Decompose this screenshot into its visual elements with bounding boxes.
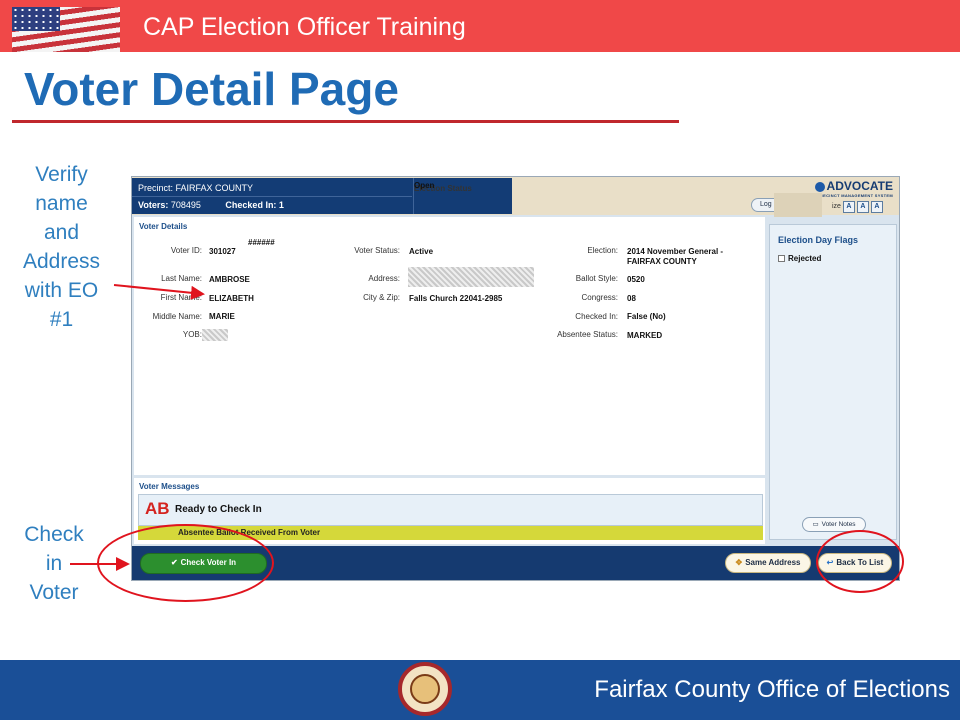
slide-header-bar: CAP Election Officer Training: [0, 0, 960, 52]
annotation-check-line: Voter: [29, 581, 79, 604]
app-header: Precinct: FAIRFAX COUNTY Voters: 708495 …: [132, 177, 899, 217]
flags-title: Election Day Flags: [778, 235, 859, 245]
font-size-control: ize A A A: [830, 201, 883, 214]
check-in-highlight-circle: [97, 524, 274, 602]
header-title: CAP Election Officer Training: [143, 13, 466, 41]
voter-id-label: Voter ID:: [170, 246, 202, 255]
ballot-style-value: 0520: [627, 275, 645, 284]
title-divider: [12, 120, 679, 123]
voter-notes-label: Voter Notes: [821, 521, 856, 528]
city-zip-label: City & Zip:: [363, 293, 400, 302]
checked-in-count: Checked In: 1: [225, 200, 284, 210]
address-icon: ✥: [735, 558, 743, 567]
election-label: Election:: [587, 246, 618, 255]
font-size-medium-button[interactable]: A: [856, 201, 869, 213]
ballot-style-label: Ballot Style:: [575, 274, 618, 283]
font-size-small-button[interactable]: A: [842, 201, 855, 213]
annotation-verify-line: with EO: [24, 279, 99, 302]
voter-id-value: 301027: [209, 247, 236, 256]
checked-in-value: False (No): [627, 312, 666, 321]
brand-name: ADVOCATE: [826, 179, 893, 193]
voters-label: Voters:: [138, 200, 169, 210]
city-zip-value: Falls Church 22041-2985: [409, 294, 503, 303]
first-name-value: ELIZABETH: [209, 294, 254, 303]
address-label: Address:: [368, 274, 400, 283]
annotation-check-in: Check in Voter: [14, 520, 94, 607]
advocate-logo: ADVOCATE PRECINCT MANAGEMENT SYSTEM: [814, 179, 893, 198]
address-redacted: [408, 267, 534, 287]
same-address-label: Same Address: [745, 558, 801, 567]
annotation-check-line: Check: [24, 523, 84, 546]
election-value-line2: FAIRFAX COUNTY: [627, 257, 697, 266]
first-name-label: First Name:: [160, 293, 202, 302]
yob-label: YOB:: [182, 330, 202, 339]
slide-footer: Fairfax County Office of Elections: [0, 660, 960, 720]
font-size-label: ize: [832, 203, 841, 210]
yob-redacted: [202, 329, 228, 341]
font-size-large-button[interactable]: A: [870, 201, 883, 213]
last-name-value: AMBROSE: [209, 275, 250, 284]
footer-org-name: Fairfax County Office of Elections: [594, 676, 950, 703]
advocate-logo-icon: [814, 181, 825, 192]
message-box: AB Ready to Check In: [138, 494, 763, 526]
voters-count: Voters: 708495 Checked In: 1: [138, 200, 284, 210]
election-status: Election Status Open: [413, 178, 512, 214]
checked-in-label: Checked In:: [575, 312, 618, 321]
congress-label: Congress:: [581, 293, 618, 302]
annotation-verify-line: name: [35, 192, 88, 215]
voter-messages-title: Voter Messages: [139, 482, 200, 491]
same-address-button[interactable]: ✥ Same Address: [725, 553, 811, 573]
annotation-verify-line: Address: [22, 250, 101, 273]
page-title: Voter Detail Page: [24, 63, 399, 115]
voter-status-label: Voter Status:: [354, 246, 400, 255]
absentee-status-value: MARKED: [627, 331, 663, 340]
election-status-value: Open: [414, 181, 435, 190]
rejected-label: Rejected: [788, 254, 822, 263]
brand-subtitle: PRECINCT MANAGEMENT SYSTEM: [816, 193, 893, 198]
voter-id-mask: ######: [248, 238, 275, 247]
back-to-list-highlight-circle: [816, 530, 904, 593]
voter-detail-app-window: Precinct: FAIRFAX COUNTY Voters: 708495 …: [131, 176, 900, 581]
voters-value: 708495: [170, 200, 201, 210]
annotation-verify: Verify name and Address with EO #1: [14, 160, 109, 334]
redaction-patch: [774, 193, 822, 217]
election-value-line1: 2014 November General -: [627, 247, 724, 256]
annotation-check-line: in: [45, 552, 63, 575]
annotation-verify-line: Verify: [35, 163, 88, 186]
voter-details-title: Voter Details: [139, 222, 188, 231]
middle-name-value: MARIE: [209, 312, 235, 321]
congress-value: 08: [627, 294, 636, 303]
absentee-status-label: Absentee Status:: [557, 330, 618, 339]
election-day-flags-panel: Election Day Flags Rejected ▭ Voter Notes: [769, 224, 897, 540]
county-seal-logo: [398, 662, 452, 716]
voter-details-panel: Voter Details Voter ID: 301027 ###### La…: [134, 217, 765, 475]
middle-name-label: Middle Name:: [152, 312, 202, 321]
annotation-verify-line: #1: [49, 308, 74, 331]
last-name-label: Last Name:: [161, 274, 202, 283]
us-flag-image: [12, 7, 120, 52]
precinct-label: Precinct: FAIRFAX COUNTY: [138, 183, 254, 193]
checkbox-icon: [778, 255, 785, 263]
voter-status-value: Active: [409, 247, 434, 256]
annotation-verify-line: and: [43, 221, 80, 244]
notes-icon: ▭: [812, 521, 819, 528]
absentee-badge: AB: [145, 499, 170, 518]
ready-message: Ready to Check In: [175, 504, 262, 515]
rejected-checkbox[interactable]: Rejected: [778, 254, 821, 263]
